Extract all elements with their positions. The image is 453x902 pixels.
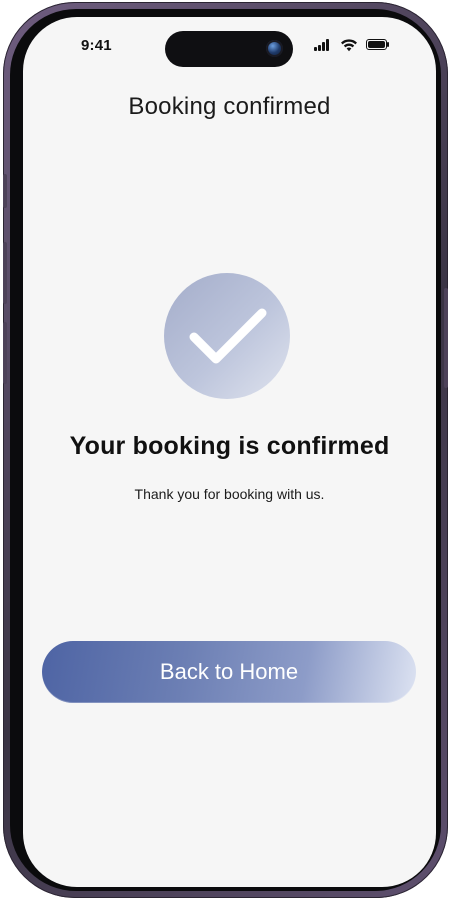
camera-icon bbox=[266, 40, 283, 57]
power-button bbox=[444, 288, 448, 388]
status-time: 9:41 bbox=[81, 37, 112, 54]
wifi-icon bbox=[341, 39, 357, 52]
phone-frame: 9:41 Booking confirmed Your booking is c… bbox=[3, 2, 448, 898]
confirmation-heading: Your booking is confirmed bbox=[69, 432, 390, 460]
checkmark-icon bbox=[164, 273, 290, 399]
dynamic-island bbox=[165, 31, 293, 67]
action-button bbox=[3, 174, 7, 208]
volume-up-button bbox=[3, 242, 7, 304]
volume-down-button bbox=[3, 322, 7, 384]
status-icons bbox=[314, 39, 394, 53]
back-to-home-button[interactable]: Back to Home bbox=[42, 641, 416, 703]
app-screen: 9:41 Booking confirmed Your booking is c… bbox=[23, 17, 436, 887]
home-indicator bbox=[169, 870, 290, 875]
battery-icon bbox=[366, 39, 390, 51]
confirmation-message: Thank you for booking with us. bbox=[134, 486, 325, 502]
status-bar: 9:41 bbox=[23, 17, 436, 77]
signal-icon bbox=[314, 39, 332, 51]
page-title: Booking confirmed bbox=[128, 93, 331, 120]
